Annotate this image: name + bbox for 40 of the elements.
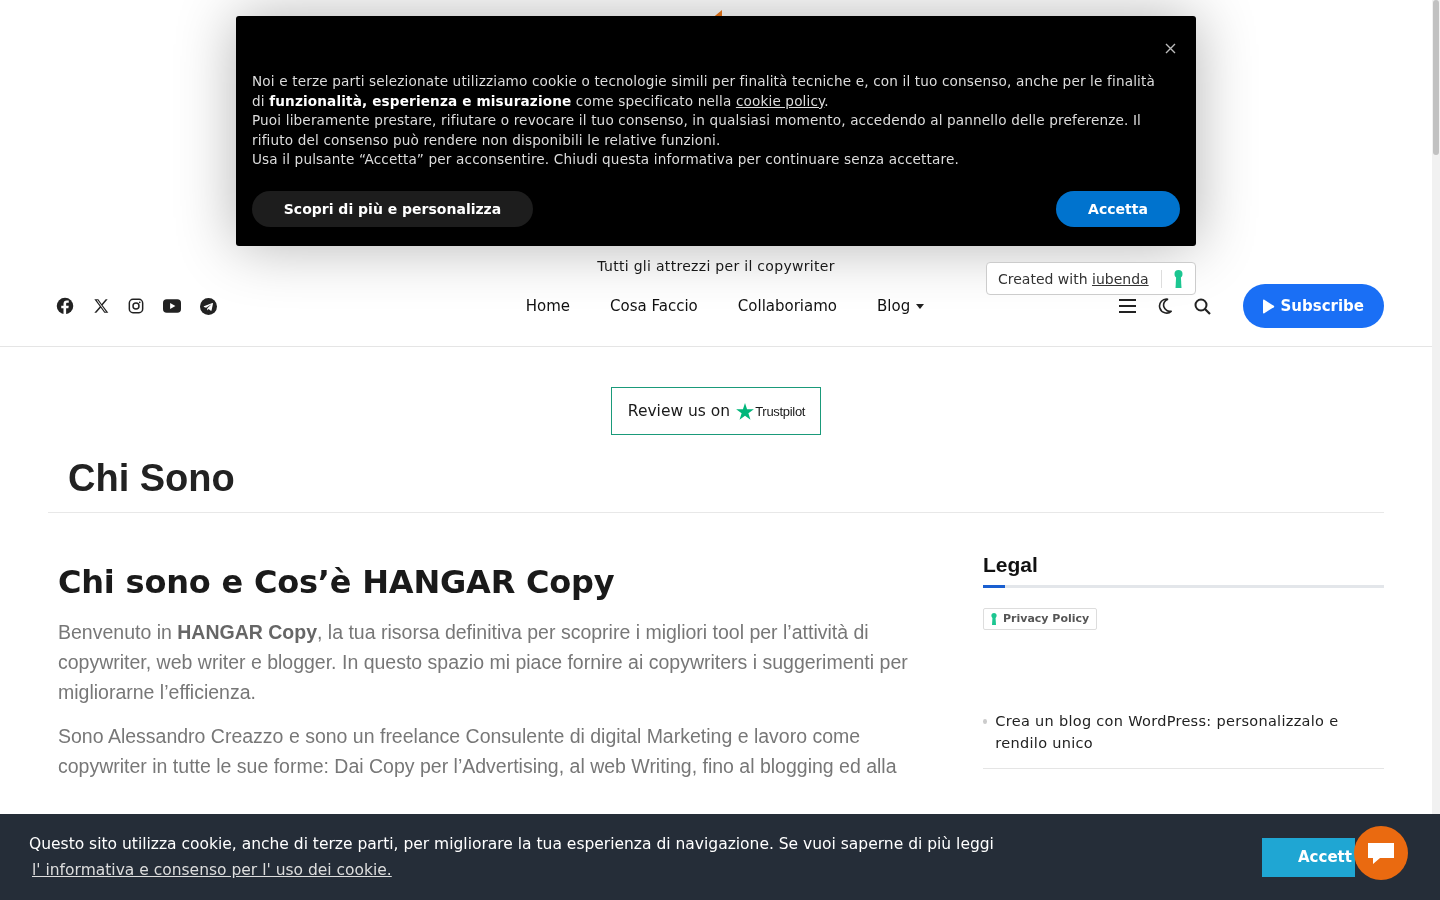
bullet-icon <box>983 719 988 724</box>
article-heading: Chi sono e Cos’è HANGAR Copy <box>58 563 616 601</box>
telegram-icon[interactable] <box>200 297 217 315</box>
youtube-icon[interactable] <box>163 299 181 313</box>
nav-link[interactable]: Collaboriamo <box>737 297 837 315</box>
consent-text: Usa il pulsante “Accetta” per acconsentire. Chiudi questa informativa per continuare senza accettare. <box>252 150 960 169</box>
search-icon[interactable] <box>1193 297 1211 315</box>
facebook-icon[interactable] <box>56 297 74 315</box>
iubenda-badge[interactable]: Created with iubenda <box>986 262 1196 295</box>
trustpilot-review-button[interactable]: Review us on Trustpilot <box>610 387 822 435</box>
article-paragraph: Benvenuto in HANGAR Copy, la tua risorsa definitiva per scoprire i migliori tool per l’attività di copywriter, web writer e blogger. In questo spazio mi piace fornire ai copywriters i suggerimenti per migliorarne l’efficienza. <box>58 620 909 705</box>
keyhole-icon <box>991 612 997 625</box>
page-title: Chi Sono <box>68 457 236 500</box>
subscribe-button[interactable]: Subscribe <box>1242 284 1384 328</box>
scrollbar[interactable] <box>1432 0 1440 814</box>
trustpilot-wordmark: Trustpilot <box>755 403 806 419</box>
nav-link[interactable]: Home <box>525 297 571 315</box>
consent-text: Puoi liberamente prestare, rifiutare o revocare il tuo consenso, in qualsiasi momento, accedendo al pannello delle preferenze. Il rifiuto del consenso può rendere non disponibili le relative funzioni. <box>252 111 1142 150</box>
close-icon[interactable] <box>1165 43 1176 54</box>
moon-icon[interactable] <box>1157 298 1172 314</box>
x-icon[interactable] <box>93 298 109 314</box>
nav-link[interactable]: Blog <box>877 297 925 315</box>
cookie-notice: Questo sito utilizza cookie, anche di terze parti, per migliorare la tua esperienza di navigazione. Se vuoi saperne di più leggi <box>29 835 994 853</box>
customize-button[interactable]: Scopri di più e personalizza <box>252 190 533 227</box>
badge-text: Created with iubenda <box>998 270 1149 287</box>
privacy-policy-badge[interactable]: Privacy Policy <box>983 608 1098 630</box>
accept-button[interactable]: Accetta <box>1056 190 1180 227</box>
post-link[interactable]: Crea un blog con WordPress: personalizzalo e rendilo unico <box>995 710 1384 754</box>
site-tagline: Tutti gli attrezzi per il copywriter <box>597 258 835 274</box>
nav-link[interactable]: Cosa Faccio <box>610 297 698 315</box>
cookie-info-link[interactable]: l' informativa e consenso per l' uso dei cookie. <box>32 861 994 879</box>
consent-text: Noi e terze parti selezionate utilizziamo cookie o tecnologie simili per finalità tecniche e, con il tuo consenso, anche per le finalità di funzionalità, esperienza e misurazione come specificato nella cookie policy. <box>252 72 1156 111</box>
chat-icon <box>1366 840 1396 866</box>
star-icon <box>736 402 755 420</box>
article-paragraph: Sono Alessandro Creazzo e sono un freelance Consulente di digital Marketing e lavoro come copywriter in tutte le sue forme: Dai Copy per l’Advertising, al web Writing, fino al blogging ed alla <box>58 724 898 779</box>
play-icon <box>1261 298 1275 314</box>
menu-icon[interactable] <box>1118 299 1136 313</box>
widget-title: Legal <box>983 553 1039 577</box>
keyhole-icon <box>1173 269 1183 288</box>
instagram-icon[interactable] <box>128 298 144 314</box>
